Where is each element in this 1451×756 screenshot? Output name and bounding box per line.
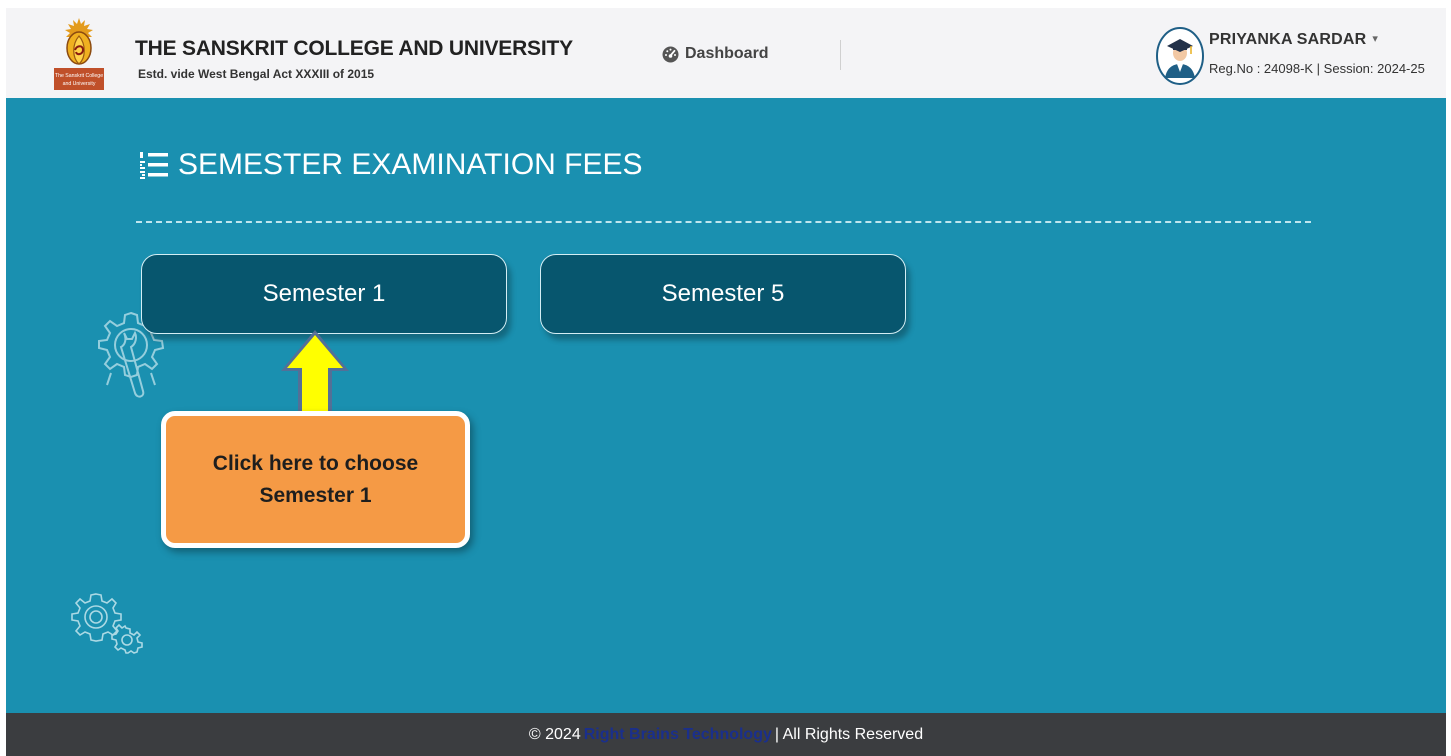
footer-vendor-link[interactable]: Right Brains Technology	[584, 726, 772, 744]
up-arrow-indicator-icon	[281, 330, 349, 415]
footer: © 2024 Right Brains Technology | All Rig…	[6, 713, 1446, 756]
footer-rights: | All Rights Reserved	[774, 725, 924, 743]
institution-title: THE SANSKRIT COLLEGE AND UNIVERSITY	[135, 37, 573, 60]
dashboard-label: Dashboard	[685, 45, 769, 62]
gears-icon	[71, 593, 143, 654]
footer-copyright: © 2024	[528, 725, 581, 743]
app-frame: The Sanskrit College and University THE …	[6, 8, 1446, 756]
semester-5-button[interactable]: Semester 5	[540, 254, 906, 334]
user-avatar[interactable]	[1155, 26, 1205, 86]
page-title-text: SEMESTER EXAMINATION FEES	[178, 148, 643, 181]
instruction-callout: Click here to choose Semester 1	[161, 411, 470, 548]
page-title: SEMESTER EXAMINATION FEES	[140, 145, 643, 185]
institution-subtitle: Estd. vide West Bengal Act XXXIII of 201…	[138, 67, 375, 81]
university-logo: The Sanskrit College and University	[54, 18, 104, 90]
svg-text:and University: and University	[63, 81, 96, 87]
top-header: The Sanskrit College and University THE …	[6, 8, 1446, 98]
ordered-list-icon	[140, 152, 168, 179]
title-divider	[136, 221, 1311, 223]
callout-line-2: Semester 1	[259, 483, 372, 507]
nav-divider	[840, 40, 841, 70]
dashboard-gauge-icon	[662, 46, 679, 62]
user-name[interactable]: PRIYANKA SARDAR ▾	[1209, 31, 1378, 49]
main-content: SEMESTER EXAMINATION FEES Semester 1 Sem…	[6, 98, 1446, 713]
user-name-text: PRIYANKA SARDAR	[1209, 31, 1367, 48]
callout-line-1: Click here to choose	[212, 451, 419, 475]
dashboard-link[interactable]: Dashboard	[662, 43, 769, 65]
chevron-down-icon: ▾	[1372, 33, 1379, 45]
user-registration-info: Reg.No : 24098-K | Session: 2024-25	[1209, 61, 1425, 76]
logo-caption-text: The Sanskrit College	[55, 73, 103, 79]
semester-1-button[interactable]: Semester 1	[141, 254, 507, 334]
